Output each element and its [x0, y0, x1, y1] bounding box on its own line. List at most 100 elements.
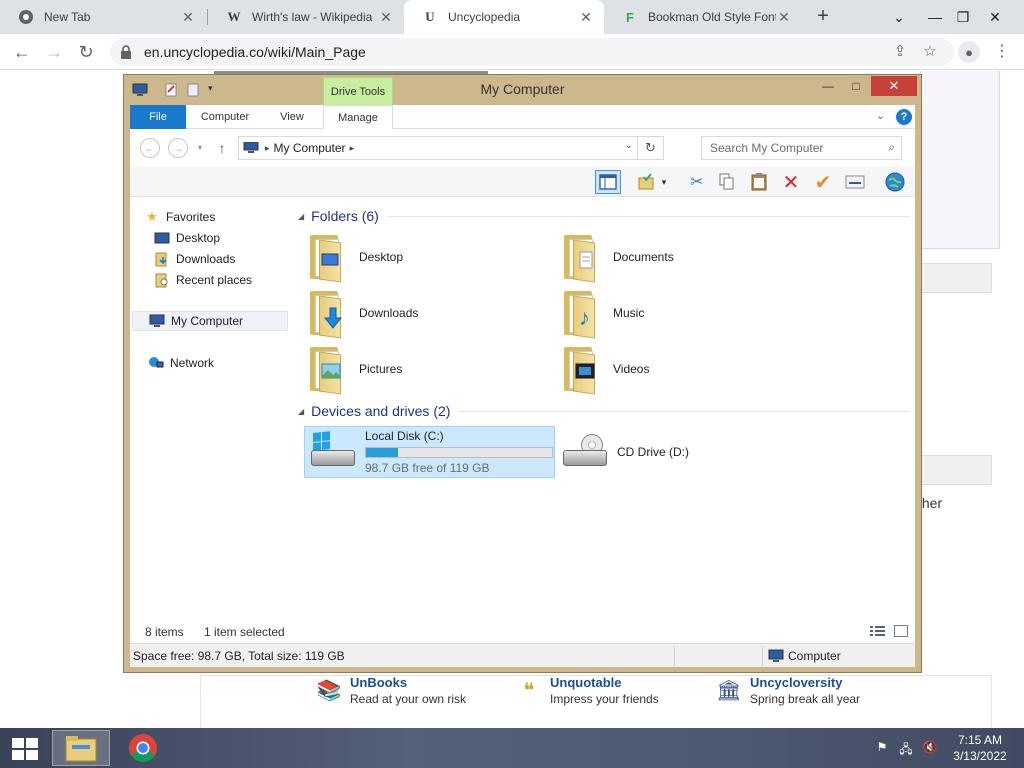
close-tab-icon[interactable]: ✕ — [378, 9, 394, 26]
cd-drive-icon — [561, 432, 609, 472]
close-icon[interactable]: ✕ — [871, 76, 917, 96]
nav-desktop[interactable]: Desktop — [154, 228, 311, 248]
command-bar: ▾ ✂ ✕ ✔ — [130, 167, 915, 197]
folder-documents[interactable]: Documents — [561, 231, 801, 283]
folder-label: Downloads — [359, 306, 419, 320]
tab-uncyclopedia[interactable]: U Uncyclopedia ✕ — [404, 0, 604, 34]
project-unquotable[interactable]: ❝ Unquotable Impress your friends — [514, 675, 659, 706]
up-arrow-icon[interactable]: ↑ — [214, 138, 230, 158]
ribbon-tabs: File Computer View Manage ⌄ ? — [130, 105, 915, 130]
paste-icon[interactable] — [746, 170, 772, 194]
folder-downloads[interactable]: Downloads — [307, 287, 547, 339]
check-folder-icon[interactable] — [633, 170, 659, 194]
drive-label: CD Drive (D:) — [617, 445, 689, 459]
minimize-icon[interactable]: — — [814, 76, 842, 96]
recent-locations-chevron-icon[interactable]: ▾ — [192, 138, 208, 158]
item-count: 8 items — [145, 625, 184, 639]
nav-recent-places[interactable]: Recent places — [154, 270, 311, 290]
nav-my-computer[interactable]: My Computer — [132, 311, 288, 331]
project-title[interactable]: Unquotable — [550, 675, 659, 690]
project-title[interactable]: UnBooks — [350, 675, 466, 690]
system-clock[interactable]: 7:15 AM 3/13/2022 — [950, 732, 1010, 764]
maximize-icon[interactable]: □ — [842, 76, 870, 96]
tab-wikipedia[interactable]: W Wirth's law - Wikipedia ✕ — [208, 0, 404, 34]
group-header-devices[interactable]: ◢ Devices and drives (2) — [298, 401, 910, 421]
nav-network[interactable]: Network — [148, 353, 305, 373]
forward-arrow-icon[interactable]: → — [42, 40, 66, 64]
file-explorer-taskbar-icon[interactable] — [52, 730, 110, 766]
preview-pane-icon[interactable] — [595, 170, 621, 194]
back-arrow-icon[interactable]: ← — [140, 138, 160, 158]
project-title[interactable]: Uncycloversity — [750, 675, 860, 690]
project-unbooks[interactable]: 📚 UnBooks Read at your own risk — [314, 675, 467, 706]
breadcrumb-separator-icon[interactable]: ▸ — [265, 143, 270, 154]
group-divider — [458, 410, 910, 412]
close-tab-icon[interactable]: ✕ — [578, 9, 594, 26]
profile-avatar-icon[interactable]: ● — [958, 41, 980, 63]
menu-dots-icon[interactable]: ⋮ — [994, 41, 1010, 63]
nav-downloads[interactable]: Downloads — [154, 249, 311, 269]
help-icon[interactable]: ? — [896, 109, 912, 125]
refresh-icon[interactable]: ↻ — [637, 137, 663, 159]
bookmark-star-icon[interactable]: ☆ — [920, 42, 940, 62]
breadcrumb-my-computer[interactable]: My Computer — [274, 141, 346, 155]
search-input[interactable]: Search My Computer ⌕ — [701, 136, 902, 160]
collapse-triangle-icon[interactable]: ◢ — [298, 212, 304, 221]
back-arrow-icon[interactable]: ← — [10, 40, 34, 64]
tab-file[interactable]: File — [130, 105, 186, 129]
books-icon: 📚 — [316, 679, 342, 702]
folder-music[interactable]: ♪ Music — [561, 287, 801, 339]
drive-local-disk-c[interactable]: Local Disk (C:) 98.7 GB free of 119 GB — [304, 426, 555, 478]
tab-new-tab[interactable]: New Tab ✕ — [0, 0, 206, 34]
forward-arrow-icon[interactable]: → — [168, 138, 188, 158]
tab-computer[interactable]: Computer — [192, 105, 258, 129]
tab-manage[interactable]: Manage — [323, 105, 393, 130]
check-dropdown-icon[interactable]: ▾ — [657, 170, 671, 194]
delete-icon[interactable]: ✕ — [778, 170, 804, 194]
new-tab-button[interactable]: + — [812, 6, 834, 28]
folder-label: Videos — [613, 362, 650, 376]
cut-icon[interactable]: ✂ — [684, 170, 710, 194]
collapse-triangle-icon[interactable]: ◢ — [298, 407, 304, 416]
action-center-flag-icon[interactable]: ⚑ — [874, 740, 890, 756]
rename-check-icon[interactable]: ✔ — [810, 170, 836, 194]
large-icons-view-icon[interactable] — [894, 625, 908, 637]
properties-icon[interactable] — [842, 170, 868, 194]
explorer-address-box[interactable]: ▸ My Computer ▸ ⌄ ↻ — [238, 136, 664, 160]
downloads-icon — [154, 251, 170, 267]
close-tab-icon[interactable]: ✕ — [180, 9, 196, 26]
window-title: My Computer — [480, 81, 565, 97]
nav-favorites[interactable]: ★ Favorites — [144, 207, 301, 227]
tab-title: Bookman Old Style Font — [648, 10, 776, 24]
reload-icon[interactable]: ↻ — [74, 40, 98, 64]
details-bar: Space free: 98.7 GB, Total size: 119 GB … — [130, 643, 915, 667]
folder-desktop[interactable]: Desktop — [307, 231, 547, 283]
windows-start-icon[interactable] — [8, 736, 40, 762]
network-tray-icon[interactable]: 🖧 — [898, 740, 914, 756]
close-tab-icon[interactable]: ✕ — [776, 9, 792, 26]
ribbon-collapse-chevron-icon[interactable]: ⌄ — [876, 109, 885, 122]
restore-icon[interactable]: ❐ — [946, 0, 980, 34]
tab-view[interactable]: View — [270, 105, 314, 129]
copy-icon[interactable] — [714, 170, 740, 194]
explorer-titlebar[interactable]: ▾ Drive Tools My Computer — □ ✕ — [124, 75, 921, 105]
chrome-taskbar-icon[interactable] — [114, 730, 172, 766]
nav-label: Desktop — [176, 231, 221, 245]
recent-places-icon — [154, 272, 170, 288]
tab-search-chevron-icon[interactable]: ⌄ — [882, 0, 916, 34]
globe-icon[interactable] — [882, 170, 908, 194]
folder-videos[interactable]: Videos — [561, 343, 801, 395]
tab-bookman-font[interactable]: F Bookman Old Style Font ✕ — [604, 0, 802, 34]
details-view-icon[interactable] — [870, 625, 885, 637]
folder-pictures[interactable]: Pictures — [307, 343, 547, 395]
close-window-icon[interactable]: ✕ — [978, 0, 1012, 34]
breadcrumb-separator-icon[interactable]: ▸ — [350, 143, 355, 154]
search-icon[interactable]: ⌕ — [888, 140, 895, 155]
project-uncycloversity[interactable]: 🏛 Uncycloversity Spring break all year — [714, 675, 860, 706]
volume-muted-icon[interactable]: 🔇 — [922, 740, 938, 756]
group-header-folders[interactable]: ◢ Folders (6) — [298, 206, 910, 226]
share-icon[interactable]: ⇪ — [890, 42, 910, 62]
address-dropdown-icon[interactable]: ⌄ — [625, 140, 633, 151]
drive-cd-d[interactable]: CD Drive (D:) — [557, 426, 737, 478]
address-bar[interactable]: en.uncyclopedia.co/wiki/Main_Page — [110, 38, 954, 66]
